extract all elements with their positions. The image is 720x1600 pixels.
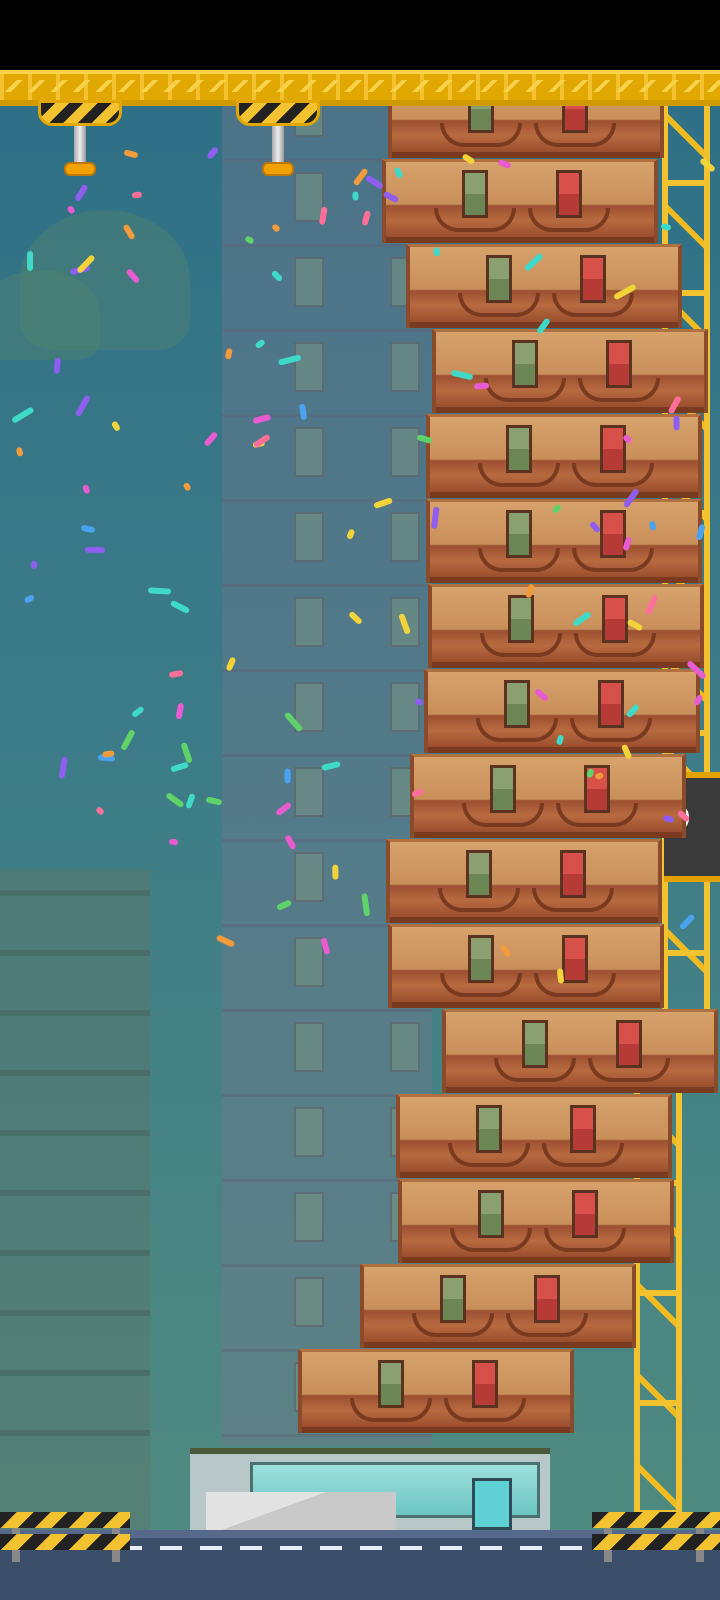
tower-floor xyxy=(428,584,704,668)
window-green xyxy=(512,340,538,388)
ghost-floor xyxy=(222,500,432,587)
background-building xyxy=(0,870,150,1530)
confetti-icon xyxy=(284,768,291,784)
ghost-floor xyxy=(222,330,432,417)
lobby-door xyxy=(472,1478,512,1530)
window-red xyxy=(606,340,632,388)
window-green xyxy=(476,1105,502,1153)
status-bar xyxy=(0,0,720,70)
window-red xyxy=(616,1020,642,1068)
window-red xyxy=(580,255,606,303)
window-green xyxy=(478,1190,504,1238)
window-red xyxy=(572,1190,598,1238)
window-green xyxy=(506,425,532,473)
confetti-icon xyxy=(673,415,680,431)
window-green xyxy=(466,850,492,898)
window-red xyxy=(602,595,628,643)
ghost-floor xyxy=(222,1010,432,1097)
window-green xyxy=(506,510,532,558)
window-green xyxy=(440,1275,466,1323)
window-green xyxy=(378,1360,404,1408)
window-red xyxy=(560,850,586,898)
confetti-icon xyxy=(352,191,359,201)
window-red xyxy=(534,1275,560,1323)
window-red xyxy=(556,170,582,218)
tower-floor xyxy=(396,1094,672,1178)
tower-floor xyxy=(298,1349,574,1433)
confetti-icon xyxy=(432,246,440,257)
tower-floor xyxy=(442,1009,718,1093)
tower-floor xyxy=(406,244,682,328)
window-red xyxy=(598,680,624,728)
window-green xyxy=(508,595,534,643)
tower-floor xyxy=(386,839,662,923)
confetti-icon xyxy=(147,587,172,595)
confetti-icon xyxy=(331,864,339,879)
confetti-icon xyxy=(131,191,142,199)
confetti-icon xyxy=(85,546,106,553)
ghost-floor xyxy=(222,670,432,757)
ghost-floor xyxy=(222,245,432,332)
window-red xyxy=(472,1360,498,1408)
hazard-barrier-icon xyxy=(0,1512,130,1562)
confetti-icon xyxy=(27,250,34,271)
window-green xyxy=(522,1020,548,1068)
crane-hook-icon[interactable] xyxy=(38,100,122,180)
tower-floor xyxy=(398,1179,674,1263)
window-green xyxy=(490,765,516,813)
tower-floor xyxy=(426,499,702,583)
tower-floor xyxy=(426,414,702,498)
tower-floor xyxy=(388,924,664,1008)
ground-lobby xyxy=(190,1448,550,1532)
confetti-icon xyxy=(473,382,489,390)
hazard-barrier-icon xyxy=(592,1512,720,1562)
window-red xyxy=(600,510,626,558)
window-green xyxy=(462,170,488,218)
ghost-floor xyxy=(222,585,432,672)
window-red xyxy=(562,935,588,983)
window-green xyxy=(486,255,512,303)
window-red xyxy=(570,1105,596,1153)
tower-floor xyxy=(382,159,658,243)
window-green xyxy=(468,935,494,983)
lobby-stairs xyxy=(206,1492,396,1532)
crane-hook-icon[interactable] xyxy=(236,100,320,180)
ghost-floor xyxy=(222,415,432,502)
tower-floor xyxy=(360,1264,636,1348)
window-green xyxy=(504,680,530,728)
tower-floor xyxy=(410,754,686,838)
window-red xyxy=(600,425,626,473)
tower-floor xyxy=(432,329,708,413)
